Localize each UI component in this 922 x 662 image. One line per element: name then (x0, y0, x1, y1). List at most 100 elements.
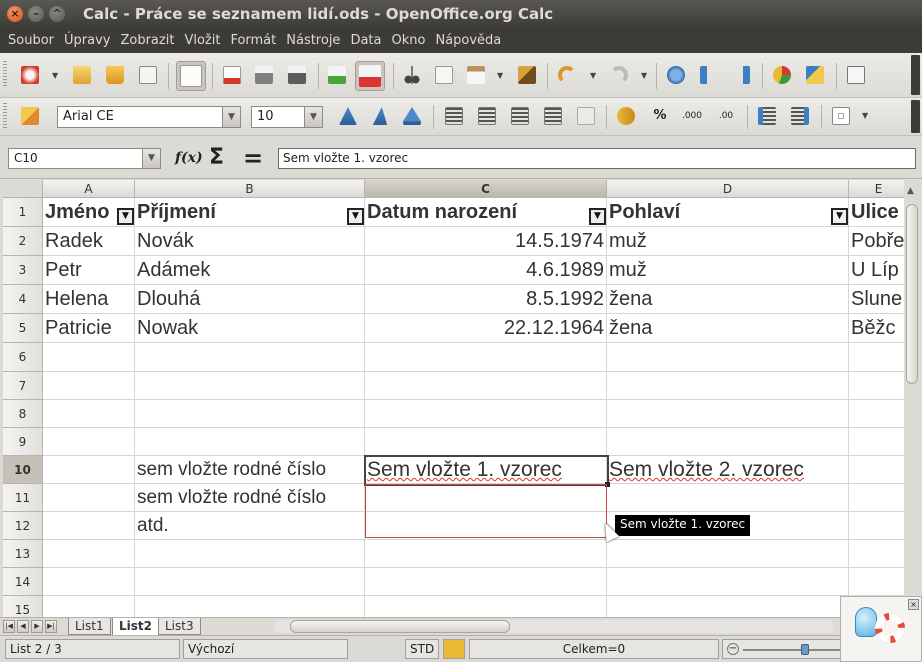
paste-dropdown-icon[interactable]: ▼ (497, 71, 503, 80)
close-agent-icon[interactable]: × (908, 599, 919, 610)
navigator-icon[interactable] (844, 63, 868, 87)
cell-e3[interactable]: U Líp (849, 256, 904, 285)
cell-e2[interactable]: Pobře (849, 227, 904, 256)
toolbar-overflow-icon[interactable] (911, 100, 920, 133)
cell-empty[interactable] (849, 428, 904, 456)
autofilter-dropdown-icon[interactable]: ▼ (347, 208, 364, 225)
prev-sheet-icon[interactable]: ◀ (17, 620, 29, 633)
row-header-12[interactable]: 12 (3, 512, 43, 540)
styles-formatting-icon[interactable] (18, 104, 42, 128)
formula-input[interactable]: Sem vložte 1. vzorec (278, 148, 916, 169)
cell-a2[interactable]: Radek (43, 227, 135, 256)
cell-empty[interactable] (365, 428, 607, 456)
zoom-out-icon[interactable]: − (727, 643, 739, 655)
cell-empty[interactable] (135, 400, 365, 428)
sum-button[interactable]: Σ (209, 145, 224, 170)
save-icon[interactable] (103, 63, 127, 87)
row-header-3[interactable]: 3 (3, 256, 43, 285)
cell-empty[interactable] (43, 372, 135, 400)
cell-b4[interactable]: Dlouhá (135, 285, 365, 314)
cell-a4[interactable]: Helena (43, 285, 135, 314)
zoom-knob[interactable] (801, 644, 809, 655)
chart-icon[interactable] (770, 63, 794, 87)
sort-ascending-icon[interactable] (697, 63, 721, 87)
font-name-box[interactable]: Arial CE ▼ (57, 106, 241, 128)
underline-icon[interactable] (400, 104, 424, 128)
minimize-window-button[interactable]: – (28, 6, 44, 22)
menu-data[interactable]: Data (346, 33, 385, 48)
cell-empty[interactable] (607, 400, 849, 428)
vertical-scrollbar[interactable]: ▲ (904, 180, 920, 617)
paste-icon[interactable] (464, 63, 488, 87)
menu-upravy[interactable]: Úpravy (60, 33, 114, 48)
menu-zobrazit[interactable]: Zobrazit (116, 33, 178, 48)
row-header-13[interactable]: 13 (3, 540, 43, 568)
cell-empty[interactable] (365, 596, 607, 617)
cell-b10[interactable]: sem vložte rodné číslo (135, 456, 365, 484)
name-box[interactable]: C10 ▼ (8, 148, 161, 169)
help-agent[interactable]: × (840, 596, 922, 662)
page-preview-icon[interactable] (285, 63, 309, 87)
cell-d3[interactable]: muž (607, 256, 849, 285)
cell-e4[interactable]: Slune (849, 285, 904, 314)
redo-dropdown-icon[interactable]: ▼ (641, 71, 647, 80)
cell-e11[interactable] (849, 484, 904, 512)
clone-formatting-icon[interactable] (515, 63, 539, 87)
cell-b5[interactable]: Nowak (135, 314, 365, 343)
menu-format[interactable]: Formát (226, 33, 280, 48)
cell-c4[interactable]: 8.5.1992 (365, 285, 607, 314)
italic-icon[interactable] (368, 104, 392, 128)
cell-d2[interactable]: muž (607, 227, 849, 256)
menu-nastroje[interactable]: Nástroje (282, 33, 344, 48)
cell-empty[interactable] (135, 343, 365, 372)
cell-empty[interactable] (849, 568, 904, 596)
cell-b11[interactable]: sem vložte rodné číslo (135, 484, 365, 512)
column-header-a[interactable]: A (43, 180, 135, 198)
justify-icon[interactable] (541, 104, 565, 128)
cell-empty[interactable] (135, 568, 365, 596)
scroll-up-icon[interactable]: ▲ (907, 186, 914, 196)
cell-a10[interactable] (43, 456, 135, 484)
last-sheet-icon[interactable]: ▶| (45, 620, 57, 633)
next-sheet-icon[interactable]: ▶ (31, 620, 43, 633)
row-header-5[interactable]: 5 (3, 314, 43, 343)
cell-d1[interactable]: Pohlaví (607, 198, 849, 227)
page-style[interactable]: Výchozí (183, 639, 348, 659)
cell-empty[interactable] (365, 400, 607, 428)
menu-okno[interactable]: Okno (387, 33, 429, 48)
cell-empty[interactable] (135, 372, 365, 400)
cell-e1[interactable]: Ulice (849, 198, 904, 227)
autofilter-dropdown-icon[interactable]: ▼ (117, 208, 134, 225)
cell-b1[interactable]: Příjmení (135, 198, 365, 227)
cell-empty[interactable] (849, 400, 904, 428)
cell-e5[interactable]: Běžc (849, 314, 904, 343)
cell-a12[interactable] (43, 512, 135, 540)
cell-d4[interactable]: žena (607, 285, 849, 314)
toolbar-overflow-icon[interactable] (911, 55, 920, 95)
cell-empty[interactable] (607, 372, 849, 400)
cell-empty[interactable] (43, 540, 135, 568)
vertical-scroll-thumb[interactable] (906, 204, 918, 384)
remove-decimal-icon[interactable]: .00 (714, 104, 738, 128)
toolbar-grip[interactable] (3, 103, 7, 129)
first-sheet-icon[interactable]: |◀ (3, 620, 15, 633)
align-left-icon[interactable] (442, 104, 466, 128)
cell-empty[interactable] (135, 540, 365, 568)
cell-a3[interactable]: Petr (43, 256, 135, 285)
cell-empty[interactable] (365, 343, 607, 372)
email-icon[interactable] (136, 63, 160, 87)
toolbar-grip[interactable] (3, 61, 7, 87)
cell-c1[interactable]: Datum narození (365, 198, 607, 227)
cell-b3[interactable]: Adámek (135, 256, 365, 285)
row-header-4[interactable]: 4 (3, 285, 43, 314)
spellcheck-icon[interactable] (325, 63, 349, 87)
print-icon[interactable] (252, 63, 276, 87)
cell-a11[interactable] (43, 484, 135, 512)
column-header-c[interactable]: C (365, 180, 607, 198)
row-header-15[interactable]: 15 (3, 596, 43, 617)
align-center-icon[interactable] (475, 104, 499, 128)
cell-empty[interactable] (607, 428, 849, 456)
cell-c5[interactable]: 22.12.1964 (365, 314, 607, 343)
font-size-dropdown-icon[interactable]: ▼ (304, 107, 322, 127)
spreadsheet-grid[interactable]: A B C D E 1 2 3 4 5 6 7 8 9 10 11 12 13 … (3, 180, 904, 617)
